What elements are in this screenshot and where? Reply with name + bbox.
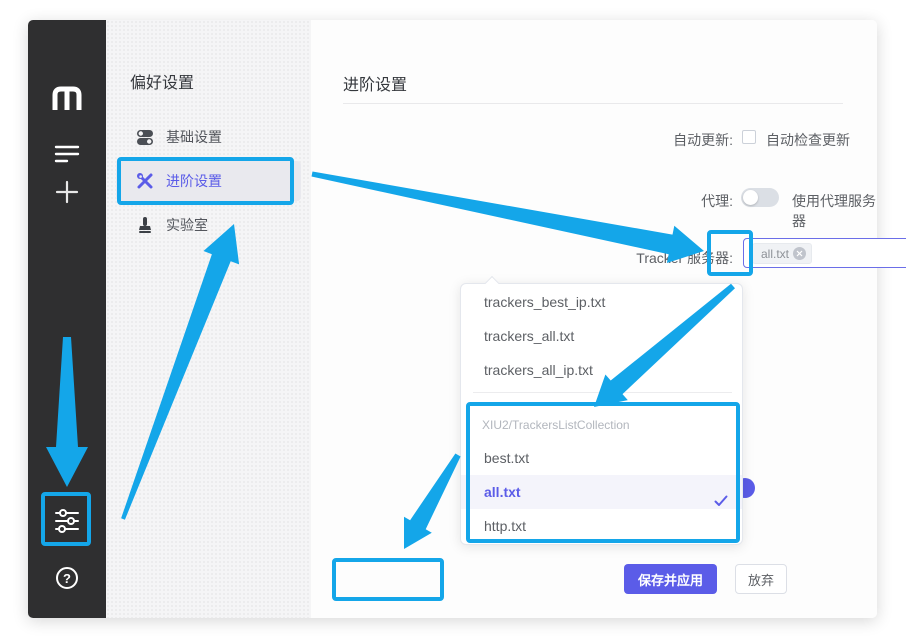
tag-close-icon[interactable] [793, 247, 806, 260]
nav-item-lab[interactable]: 实验室 [116, 205, 301, 245]
toggles-icon [136, 129, 154, 146]
dropdown-item[interactable]: trackers_all.txt [461, 319, 742, 353]
preferences-window: ? 偏好设置 基础设置 [28, 20, 877, 618]
proxy-toggle[interactable] [741, 188, 779, 207]
tracker-select[interactable]: all.txt [743, 238, 906, 268]
page-title: 进阶设置 [343, 71, 407, 95]
dropdown-divider [473, 392, 732, 393]
annotation-box-save-button [332, 558, 444, 601]
auto-update-checkbox-label: 自动检查更新 [766, 130, 850, 150]
help-icon[interactable]: ? [28, 567, 106, 589]
discard-button[interactable]: 放弃 [735, 564, 787, 594]
lab-stamp-icon [136, 216, 154, 234]
toggle-knob [743, 190, 758, 205]
prefs-nav-panel: 偏好设置 基础设置 进阶设置 [106, 20, 311, 618]
auto-update-checkbox[interactable] [742, 130, 756, 144]
save-apply-button[interactable]: 保存并应用 [624, 564, 717, 594]
nav-item-label: 实验室 [166, 215, 208, 235]
annotation-box-chevron [707, 230, 753, 276]
annotation-box-preferences-icon [41, 492, 91, 546]
prefs-title: 偏好设置 [130, 69, 194, 93]
annotation-box-dropdown-group [466, 402, 740, 543]
auto-update-label: 自动更新: [311, 130, 733, 150]
tracker-tag-label: all.txt [761, 247, 789, 261]
dropdown-item[interactable]: trackers_all_ip.txt [461, 353, 742, 387]
nav-item-basic[interactable]: 基础设置 [116, 117, 301, 157]
tracker-tag: all.txt [752, 243, 812, 264]
proxy-label: 代理: [311, 191, 733, 211]
annotation-box-advanced-menu [117, 157, 294, 205]
title-divider [343, 103, 843, 104]
add-task-icon[interactable] [28, 179, 106, 205]
dropdown-item[interactable]: trackers_best_ip.txt [461, 285, 742, 319]
motrix-logo [28, 84, 106, 112]
task-list-icon[interactable] [28, 144, 106, 164]
nav-item-label: 基础设置 [166, 127, 222, 147]
proxy-toggle-label: 使用代理服务器 [792, 191, 877, 231]
tracker-label: Tracker 服务器: [311, 248, 733, 268]
